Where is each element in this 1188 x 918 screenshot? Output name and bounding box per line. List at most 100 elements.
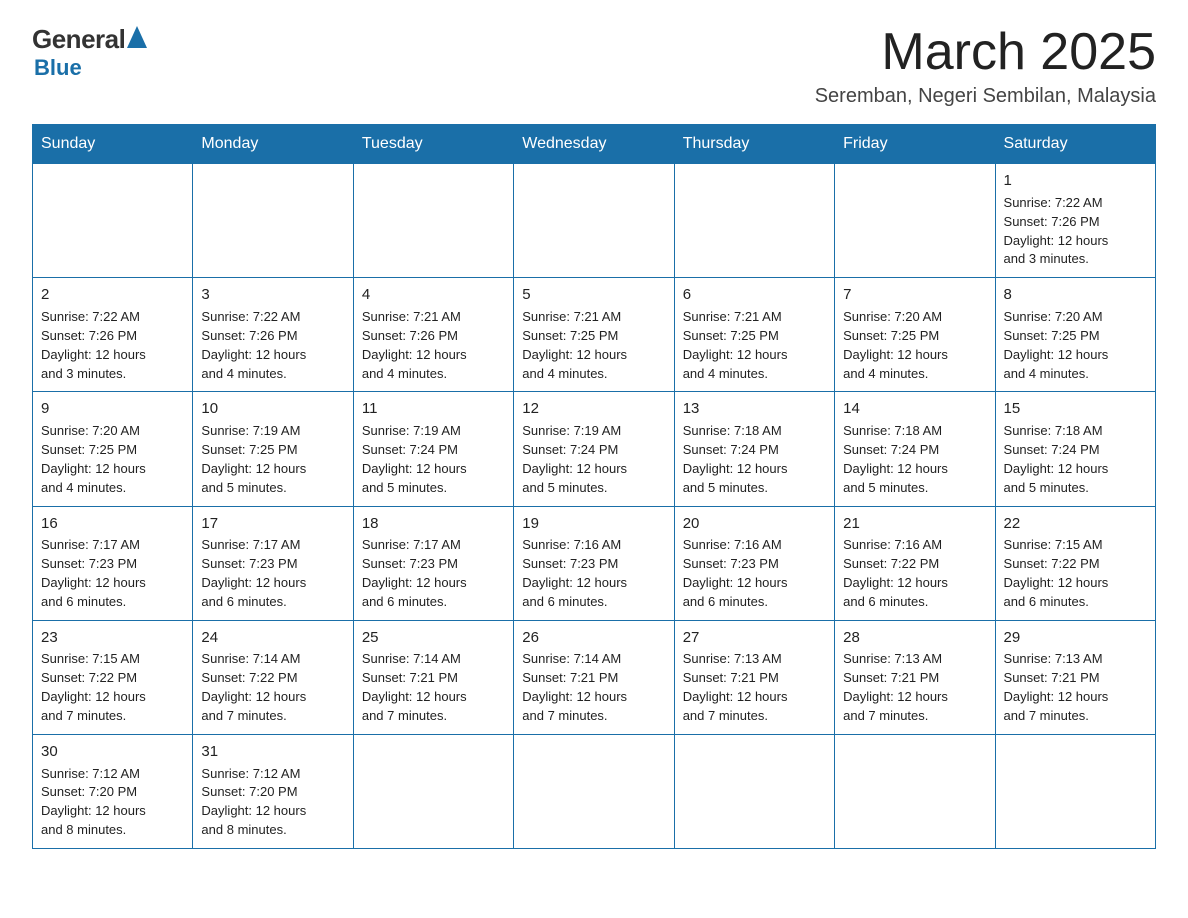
day-number: 12 — [522, 398, 665, 420]
calendar-header: SundayMondayTuesdayWednesdayThursdayFrid… — [33, 125, 1156, 164]
day-number: 7 — [843, 284, 986, 306]
calendar-week-1: 1Sunrise: 7:22 AM Sunset: 7:26 PM Daylig… — [33, 164, 1156, 278]
day-number: 24 — [201, 627, 344, 649]
header: General Blue March 2025 Seremban, Negeri… — [32, 24, 1156, 108]
calendar-cell: 9Sunrise: 7:20 AM Sunset: 7:25 PM Daylig… — [33, 392, 193, 506]
logo-general-text: General — [32, 24, 125, 55]
day-number: 10 — [201, 398, 344, 420]
day-info: Sunrise: 7:21 AM Sunset: 7:25 PM Dayligh… — [683, 308, 826, 383]
weekday-friday: Friday — [835, 125, 995, 164]
day-info: Sunrise: 7:20 AM Sunset: 7:25 PM Dayligh… — [843, 308, 986, 383]
calendar-cell: 16Sunrise: 7:17 AM Sunset: 7:23 PM Dayli… — [33, 506, 193, 620]
calendar-cell — [193, 164, 353, 278]
calendar-cell: 3Sunrise: 7:22 AM Sunset: 7:26 PM Daylig… — [193, 278, 353, 392]
day-number: 26 — [522, 627, 665, 649]
weekday-wednesday: Wednesday — [514, 125, 674, 164]
day-info: Sunrise: 7:13 AM Sunset: 7:21 PM Dayligh… — [683, 650, 826, 725]
calendar-cell: 13Sunrise: 7:18 AM Sunset: 7:24 PM Dayli… — [674, 392, 834, 506]
calendar-cell: 18Sunrise: 7:17 AM Sunset: 7:23 PM Dayli… — [353, 506, 513, 620]
calendar-cell: 11Sunrise: 7:19 AM Sunset: 7:24 PM Dayli… — [353, 392, 513, 506]
day-info: Sunrise: 7:13 AM Sunset: 7:21 PM Dayligh… — [843, 650, 986, 725]
day-info: Sunrise: 7:16 AM Sunset: 7:22 PM Dayligh… — [843, 536, 986, 611]
day-number: 1 — [1004, 170, 1147, 192]
day-info: Sunrise: 7:12 AM Sunset: 7:20 PM Dayligh… — [201, 765, 344, 840]
day-info: Sunrise: 7:13 AM Sunset: 7:21 PM Dayligh… — [1004, 650, 1147, 725]
calendar-cell: 15Sunrise: 7:18 AM Sunset: 7:24 PM Dayli… — [995, 392, 1155, 506]
day-number: 6 — [683, 284, 826, 306]
calendar-cell: 8Sunrise: 7:20 AM Sunset: 7:25 PM Daylig… — [995, 278, 1155, 392]
day-number: 2 — [41, 284, 184, 306]
calendar-table: SundayMondayTuesdayWednesdayThursdayFrid… — [32, 124, 1156, 849]
calendar-cell — [835, 164, 995, 278]
day-info: Sunrise: 7:22 AM Sunset: 7:26 PM Dayligh… — [1004, 194, 1147, 269]
day-info: Sunrise: 7:20 AM Sunset: 7:25 PM Dayligh… — [41, 422, 184, 497]
day-info: Sunrise: 7:22 AM Sunset: 7:26 PM Dayligh… — [41, 308, 184, 383]
weekday-tuesday: Tuesday — [353, 125, 513, 164]
calendar-cell: 4Sunrise: 7:21 AM Sunset: 7:26 PM Daylig… — [353, 278, 513, 392]
location-title: Seremban, Negeri Sembilan, Malaysia — [815, 85, 1156, 108]
weekday-thursday: Thursday — [674, 125, 834, 164]
day-number: 18 — [362, 513, 505, 535]
calendar-cell: 12Sunrise: 7:19 AM Sunset: 7:24 PM Dayli… — [514, 392, 674, 506]
calendar-week-4: 16Sunrise: 7:17 AM Sunset: 7:23 PM Dayli… — [33, 506, 1156, 620]
calendar-cell: 27Sunrise: 7:13 AM Sunset: 7:21 PM Dayli… — [674, 620, 834, 734]
day-number: 13 — [683, 398, 826, 420]
day-number: 22 — [1004, 513, 1147, 535]
day-info: Sunrise: 7:18 AM Sunset: 7:24 PM Dayligh… — [843, 422, 986, 497]
day-number: 15 — [1004, 398, 1147, 420]
day-number: 29 — [1004, 627, 1147, 649]
calendar-cell: 7Sunrise: 7:20 AM Sunset: 7:25 PM Daylig… — [835, 278, 995, 392]
day-number: 28 — [843, 627, 986, 649]
day-info: Sunrise: 7:19 AM Sunset: 7:25 PM Dayligh… — [201, 422, 344, 497]
calendar-cell: 28Sunrise: 7:13 AM Sunset: 7:21 PM Dayli… — [835, 620, 995, 734]
calendar-cell: 23Sunrise: 7:15 AM Sunset: 7:22 PM Dayli… — [33, 620, 193, 734]
title-area: March 2025 Seremban, Negeri Sembilan, Ma… — [815, 24, 1156, 108]
calendar-cell — [674, 164, 834, 278]
weekday-monday: Monday — [193, 125, 353, 164]
day-info: Sunrise: 7:17 AM Sunset: 7:23 PM Dayligh… — [362, 536, 505, 611]
day-info: Sunrise: 7:15 AM Sunset: 7:22 PM Dayligh… — [1004, 536, 1147, 611]
day-number: 5 — [522, 284, 665, 306]
day-number: 14 — [843, 398, 986, 420]
day-number: 3 — [201, 284, 344, 306]
day-info: Sunrise: 7:21 AM Sunset: 7:25 PM Dayligh… — [522, 308, 665, 383]
day-info: Sunrise: 7:18 AM Sunset: 7:24 PM Dayligh… — [1004, 422, 1147, 497]
calendar-week-6: 30Sunrise: 7:12 AM Sunset: 7:20 PM Dayli… — [33, 734, 1156, 848]
calendar-cell: 19Sunrise: 7:16 AM Sunset: 7:23 PM Dayli… — [514, 506, 674, 620]
calendar-cell: 21Sunrise: 7:16 AM Sunset: 7:22 PM Dayli… — [835, 506, 995, 620]
calendar-cell: 2Sunrise: 7:22 AM Sunset: 7:26 PM Daylig… — [33, 278, 193, 392]
day-info: Sunrise: 7:14 AM Sunset: 7:22 PM Dayligh… — [201, 650, 344, 725]
calendar-cell — [514, 164, 674, 278]
logo-blue-text: Blue — [34, 55, 82, 80]
calendar-cell: 29Sunrise: 7:13 AM Sunset: 7:21 PM Dayli… — [995, 620, 1155, 734]
day-number: 23 — [41, 627, 184, 649]
weekday-saturday: Saturday — [995, 125, 1155, 164]
calendar-cell — [514, 734, 674, 848]
calendar-cell — [353, 164, 513, 278]
day-info: Sunrise: 7:15 AM Sunset: 7:22 PM Dayligh… — [41, 650, 184, 725]
calendar-cell — [353, 734, 513, 848]
calendar-cell: 10Sunrise: 7:19 AM Sunset: 7:25 PM Dayli… — [193, 392, 353, 506]
calendar-cell: 14Sunrise: 7:18 AM Sunset: 7:24 PM Dayli… — [835, 392, 995, 506]
calendar-cell — [674, 734, 834, 848]
day-info: Sunrise: 7:14 AM Sunset: 7:21 PM Dayligh… — [522, 650, 665, 725]
day-number: 4 — [362, 284, 505, 306]
day-info: Sunrise: 7:16 AM Sunset: 7:23 PM Dayligh… — [683, 536, 826, 611]
day-info: Sunrise: 7:14 AM Sunset: 7:21 PM Dayligh… — [362, 650, 505, 725]
day-number: 21 — [843, 513, 986, 535]
day-number: 8 — [1004, 284, 1147, 306]
day-info: Sunrise: 7:19 AM Sunset: 7:24 PM Dayligh… — [522, 422, 665, 497]
calendar-cell — [995, 734, 1155, 848]
calendar-cell: 30Sunrise: 7:12 AM Sunset: 7:20 PM Dayli… — [33, 734, 193, 848]
calendar-cell: 6Sunrise: 7:21 AM Sunset: 7:25 PM Daylig… — [674, 278, 834, 392]
day-number: 9 — [41, 398, 184, 420]
calendar-week-5: 23Sunrise: 7:15 AM Sunset: 7:22 PM Dayli… — [33, 620, 1156, 734]
day-info: Sunrise: 7:21 AM Sunset: 7:26 PM Dayligh… — [362, 308, 505, 383]
calendar-cell — [835, 734, 995, 848]
day-number: 31 — [201, 741, 344, 763]
weekday-sunday: Sunday — [33, 125, 193, 164]
calendar-cell: 26Sunrise: 7:14 AM Sunset: 7:21 PM Dayli… — [514, 620, 674, 734]
day-info: Sunrise: 7:18 AM Sunset: 7:24 PM Dayligh… — [683, 422, 826, 497]
day-info: Sunrise: 7:16 AM Sunset: 7:23 PM Dayligh… — [522, 536, 665, 611]
day-info: Sunrise: 7:22 AM Sunset: 7:26 PM Dayligh… — [201, 308, 344, 383]
